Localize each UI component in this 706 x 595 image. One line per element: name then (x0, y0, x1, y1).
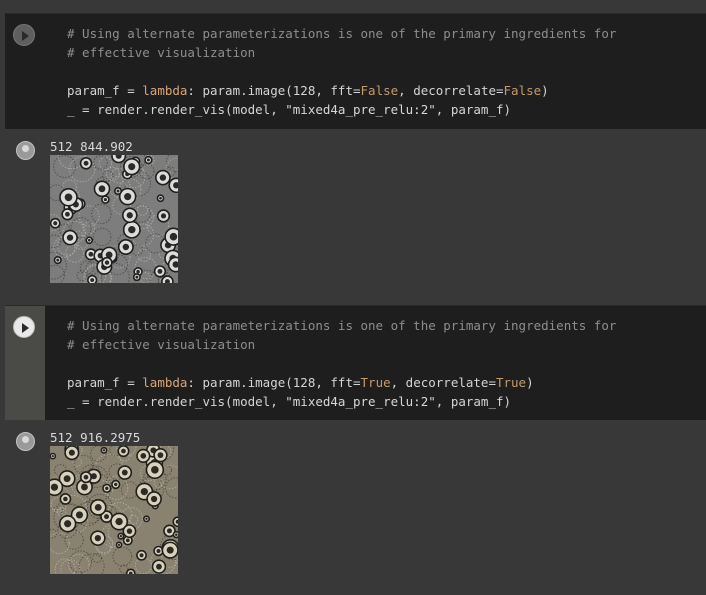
code-editor[interactable]: # Using alternate parameterizations is o… (67, 24, 616, 119)
run-cell-button[interactable] (13, 316, 35, 338)
code-text: , decorrelate= (398, 83, 504, 98)
code-text: param_f = (67, 83, 143, 98)
code-text: ) (541, 83, 549, 98)
cell-gutter (5, 306, 45, 420)
play-icon (22, 31, 29, 41)
code-text: : param.image(128, fft= (187, 83, 361, 98)
visualization-image (50, 155, 178, 283)
code-text: , param_f) (435, 102, 512, 117)
code-string: "mixed4a_pre_relu:2" (285, 394, 436, 409)
code-bool: False (503, 83, 542, 98)
code-text: , param_f) (435, 394, 512, 409)
run-cell-button[interactable] (13, 24, 35, 46)
code-keyword: lambda (142, 375, 188, 390)
output-icon[interactable] (16, 432, 35, 451)
code-keyword: lambda (142, 83, 188, 98)
visualization-canvas (50, 446, 178, 574)
code-bool: True (495, 375, 527, 390)
play-icon (22, 323, 29, 333)
code-comment: # effective visualization (67, 337, 256, 352)
code-text: param_f = (67, 375, 143, 390)
output-icon[interactable] (16, 141, 35, 160)
code-text: _ = render.render_vis(model, (67, 394, 286, 409)
output-icon-dot (22, 145, 29, 152)
output-text: 512 916.2975 (50, 430, 141, 445)
code-comment: # effective visualization (67, 45, 256, 60)
output-icon-dot (22, 436, 29, 443)
visualization-image (50, 446, 178, 574)
code-text: _ = render.render_vis(model, (67, 102, 286, 117)
code-comment: # Using alternate parameterizations is o… (67, 26, 617, 41)
code-cell-2[interactable]: # Using alternate parameterizations is o… (5, 305, 706, 420)
cell-output-1: 512 844.902 (5, 139, 706, 289)
cell-output-2: 512 916.2975 (5, 430, 706, 580)
code-text: , decorrelate= (390, 375, 496, 390)
code-bool: True (360, 375, 391, 390)
code-cell-1[interactable]: # Using alternate parameterizations is o… (5, 13, 706, 129)
cell-gutter (5, 14, 45, 129)
code-editor[interactable]: # Using alternate parameterizations is o… (67, 316, 616, 411)
code-string: "mixed4a_pre_relu:2" (285, 102, 436, 117)
code-text: : param.image(128, fft= (187, 375, 361, 390)
code-comment: # Using alternate parameterizations is o… (67, 318, 617, 333)
visualization-canvas (50, 155, 178, 283)
output-text: 512 844.902 (50, 139, 133, 154)
code-bool: False (360, 83, 399, 98)
code-text: ) (526, 375, 534, 390)
